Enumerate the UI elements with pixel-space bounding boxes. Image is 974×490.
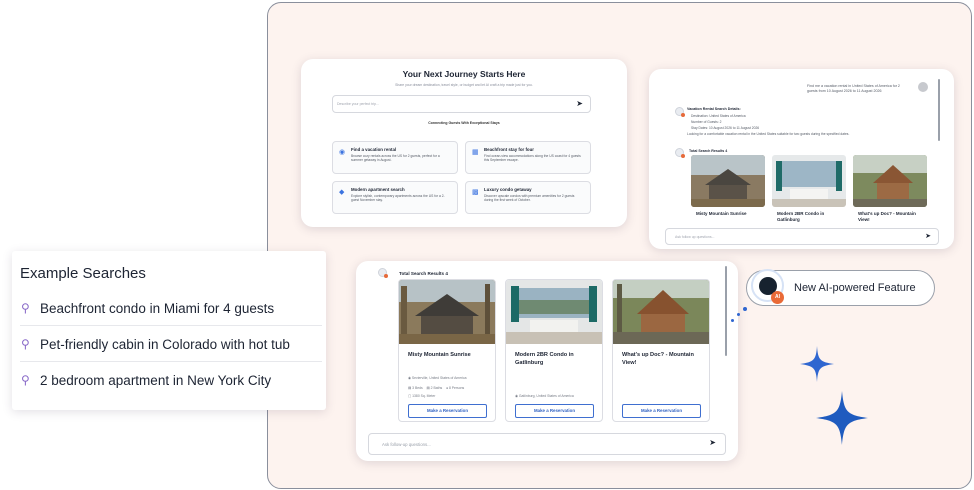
property-image bbox=[853, 155, 927, 207]
suggestion-tile[interactable]: ◆ Modern apartment search Explore stylis… bbox=[332, 181, 458, 214]
user-avatar bbox=[918, 82, 928, 92]
property-name: What's up Doc? - Mountain View! bbox=[622, 352, 694, 366]
sparkle-icon bbox=[800, 346, 834, 382]
followup-placeholder: Ask follow up questions... bbox=[675, 235, 715, 239]
detail-line: Destination: United States of America bbox=[691, 114, 746, 118]
tile-title: Modern apartment search bbox=[351, 187, 405, 192]
trip-search-placeholder: Describe your perfect trip... bbox=[337, 102, 380, 106]
property-image bbox=[691, 155, 765, 207]
journey-card: Your Next Journey Starts Here Share your… bbox=[301, 59, 627, 227]
chat-card: Find me a vacation rental in United Stat… bbox=[649, 69, 954, 249]
example-search-item[interactable]: ⚲ Pet-friendly cabin in Colorado with ho… bbox=[20, 326, 322, 362]
results-card: Total Search Results 4 Misty Mountain Su… bbox=[356, 261, 738, 461]
user-message: Find me a vacation rental in United Stat… bbox=[807, 84, 900, 93]
result-name: Modern 2BR Condo in Gatlinburg bbox=[777, 211, 825, 222]
building-icon: ▦ bbox=[472, 149, 479, 156]
suggestion-tile[interactable]: ▩ Luxury condo getaway Discover upscale … bbox=[465, 181, 591, 214]
total-results: Total Search Results 4 bbox=[399, 271, 448, 276]
send-icon[interactable]: ➤ bbox=[925, 232, 931, 240]
example-searches-card: Example Searches ⚲ Beachfront condo in M… bbox=[12, 251, 326, 410]
tile-desc: Explore stylish, contemporary apartments… bbox=[351, 194, 445, 203]
property-rooms: ▤ 3 Beds ▤ 2 Baths ● 8 Persons bbox=[408, 386, 465, 390]
search-icon: ⚲ bbox=[21, 337, 30, 351]
search-icon: ⚲ bbox=[21, 301, 30, 315]
journey-subtitle: Share your dream destination, travel sty… bbox=[395, 83, 533, 87]
diamond-icon: ◆ bbox=[339, 189, 345, 196]
ai-assistant-icon: AI bbox=[751, 269, 784, 304]
sparkle-icon bbox=[816, 391, 868, 445]
property-location: ◉ Gatlinburg, United States of America bbox=[515, 394, 574, 398]
result-card[interactable]: Modern 2BR Condo in Gatlinburg bbox=[772, 155, 846, 222]
search-icon: ⚲ bbox=[21, 373, 30, 387]
result-name: What's up Doc? - Mountain View! bbox=[858, 211, 916, 222]
ai-badge: AI bbox=[771, 291, 784, 304]
decor-dot bbox=[737, 313, 740, 316]
tile-title: Beachfront stay for four bbox=[484, 147, 535, 152]
property-card[interactable]: Modern 2BR Condo in Gatlinburg ◉ Gatlinb… bbox=[505, 279, 603, 422]
tile-desc: Discover upscale condos with premium ame… bbox=[484, 194, 575, 203]
property-name: Misty Mountain Sunrise bbox=[408, 352, 471, 358]
property-image bbox=[506, 280, 602, 344]
property-location: ◉ Sevierville, United States of America bbox=[408, 376, 467, 380]
location-pin-icon: ◉ bbox=[339, 149, 346, 156]
suggestion-tile[interactable]: ◉ Find a vacation rental Browse cozy ren… bbox=[332, 141, 458, 174]
example-search-label: Beachfront condo in Miami for 4 guests bbox=[40, 301, 275, 316]
property-image bbox=[613, 280, 709, 344]
example-search-label: Pet-friendly cabin in Colorado with hot … bbox=[40, 337, 290, 352]
decor-dot bbox=[731, 319, 734, 322]
property-image bbox=[399, 280, 495, 344]
total-results: Total Search Results 4 bbox=[689, 149, 728, 153]
tile-title: Find a vacation rental bbox=[351, 147, 397, 152]
detail-line: Number of Guests: 2 bbox=[691, 120, 722, 124]
tile-desc: Browse cozy rentals across the US for 2 … bbox=[351, 154, 440, 163]
bot-avatar bbox=[378, 268, 388, 278]
property-area: ▢ 1380 Sq. Meter bbox=[408, 394, 436, 398]
detail-line: Stay Dates: 10 August 2026 to 11 August … bbox=[691, 126, 760, 130]
journey-title: Your Next Journey Starts Here bbox=[402, 69, 526, 79]
scrollbar[interactable] bbox=[725, 266, 727, 356]
bot-avatar bbox=[675, 107, 685, 117]
followup-placeholder: Ask follow-up questions... bbox=[382, 442, 431, 447]
followup-input[interactable]: Ask follow up questions... ➤ bbox=[665, 228, 939, 245]
feature-label: New AI-powered Feature bbox=[794, 282, 916, 294]
examples-heading: Example Searches bbox=[20, 265, 146, 282]
property-card[interactable]: Misty Mountain Sunrise ◉ Sevierville, Un… bbox=[398, 279, 496, 422]
result-name: Misty Mountain Sunrise bbox=[696, 211, 747, 216]
tile-desc: Find ocean-view accommodations along the… bbox=[484, 154, 581, 163]
property-card[interactable]: What's up Doc? - Mountain View! Make a R… bbox=[612, 279, 710, 422]
tile-title: Luxury condo getaway bbox=[484, 187, 532, 192]
send-icon[interactable]: ➤ bbox=[576, 99, 583, 108]
condo-icon: ▩ bbox=[472, 189, 479, 196]
example-search-item[interactable]: ⚲ Beachfront condo in Miami for 4 guests bbox=[20, 290, 322, 326]
followup-input[interactable]: Ask follow-up questions... ➤ bbox=[368, 433, 726, 455]
example-search-item[interactable]: ⚲ 2 bedroom apartment in New York City bbox=[20, 362, 322, 398]
connect-label: Connecting Guests With Exceptional Stays bbox=[428, 121, 500, 125]
result-card[interactable]: What's up Doc? - Mountain View! bbox=[853, 155, 927, 222]
bot-avatar bbox=[675, 148, 685, 158]
suggestion-tile[interactable]: ▦ Beachfront stay for four Find ocean-vi… bbox=[465, 141, 591, 174]
example-search-label: 2 bedroom apartment in New York City bbox=[40, 373, 272, 388]
property-name: Modern 2BR Condo in Gatlinburg bbox=[515, 352, 574, 366]
property-image bbox=[772, 155, 846, 207]
details-title: Vacation Rental Search Details: bbox=[687, 107, 741, 111]
details-note: Looking for a comfortable vacation renta… bbox=[687, 132, 850, 136]
result-card[interactable]: Misty Mountain Sunrise bbox=[691, 155, 765, 220]
make-reservation-button[interactable]: Make a Reservation bbox=[515, 404, 594, 418]
send-icon[interactable]: ➤ bbox=[709, 438, 716, 447]
scrollbar[interactable] bbox=[938, 79, 940, 141]
make-reservation-button[interactable]: Make a Reservation bbox=[408, 404, 487, 418]
decor-dot bbox=[743, 307, 747, 311]
trip-search-input[interactable]: Describe your perfect trip... ➤ bbox=[332, 95, 591, 113]
make-reservation-button[interactable]: Make a Reservation bbox=[622, 404, 701, 418]
